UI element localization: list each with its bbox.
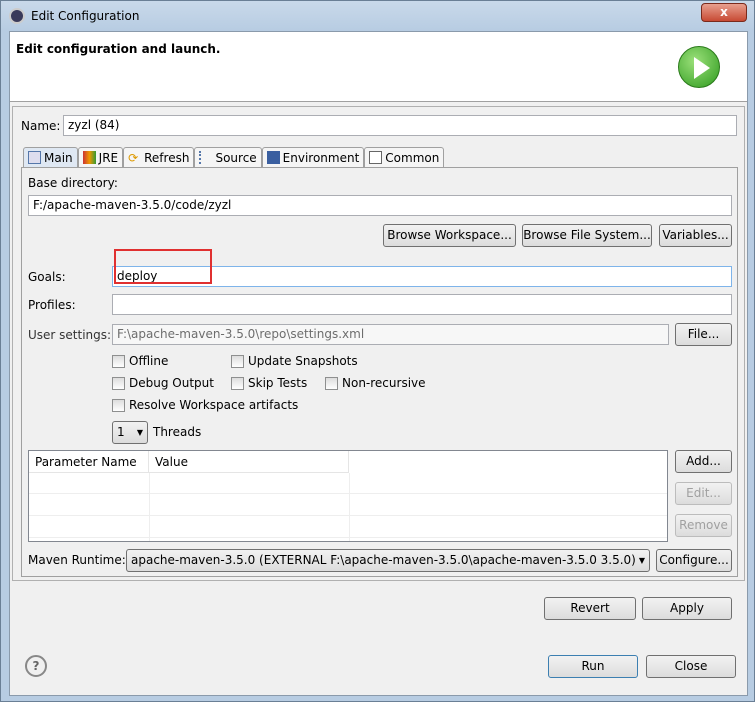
user-settings-input[interactable]: F:\apache-maven-3.5.0\repo\settings.xml [112, 324, 669, 345]
update-snapshots-checkbox[interactable]: Update Snapshots [231, 354, 358, 368]
table-row[interactable] [29, 473, 667, 494]
tab-source[interactable]: Source [194, 147, 262, 167]
header-title: Edit configuration and launch. [16, 42, 221, 56]
dialog-window: Edit Configuration x Edit configuration … [0, 0, 755, 702]
dialog-client: Edit configuration and launch. Name: zyz… [9, 31, 748, 696]
edit-button[interactable]: Edit... [675, 482, 732, 505]
name-input[interactable]: zyzl (84) [63, 115, 737, 136]
eclipse-icon [9, 8, 25, 24]
table-row[interactable] [29, 495, 667, 516]
checkbox-box [325, 376, 338, 390]
column-divider [349, 473, 350, 541]
threads-label: Threads [153, 425, 202, 439]
column-divider [149, 473, 150, 541]
revert-button[interactable]: Revert [544, 597, 636, 620]
source-icon [199, 151, 212, 164]
tab-refresh[interactable]: ⟳ Refresh [123, 147, 195, 167]
highlight-box [114, 249, 212, 284]
tab-label: Source [215, 150, 257, 165]
resolve-workspace-checkbox[interactable]: Resolve Workspace artifacts [112, 398, 298, 412]
config-panel: Name: zyzl (84) Main JRE ⟳ Refresh Source… [12, 106, 745, 581]
maven-runtime-select[interactable]: apache-maven-3.5.0 (EXTERNAL F:\apache-m… [126, 549, 650, 572]
common-icon [369, 151, 383, 164]
apply-button[interactable]: Apply [642, 597, 732, 620]
column-header[interactable]: Value [149, 451, 349, 473]
tab-label: Refresh [144, 150, 190, 165]
browse-file-system-button[interactable]: Browse File System... [522, 224, 652, 247]
variables-button[interactable]: Variables... [659, 224, 732, 247]
remove-button[interactable]: Remove [675, 514, 732, 537]
base-dir-label: Base directory: [28, 176, 118, 190]
debug-output-checkbox[interactable]: Debug Output [112, 376, 214, 390]
tab-label: Environment [282, 150, 360, 165]
maven-runtime-label: Maven Runtime: [28, 553, 126, 567]
checkbox-label: Offline [129, 354, 169, 368]
user-settings-label: User settings: [28, 328, 112, 342]
browse-workspace-button[interactable]: Browse Workspace... [383, 224, 516, 247]
tab-environment[interactable]: Environment [261, 147, 365, 167]
profiles-label: Profiles: [28, 298, 76, 312]
configure-button[interactable]: Configure... [656, 549, 732, 572]
tab-common[interactable]: Common [364, 147, 445, 167]
skip-tests-checkbox[interactable]: Skip Tests [231, 376, 307, 390]
add-button[interactable]: Add... [675, 450, 732, 473]
tab-label: Main [44, 150, 73, 165]
help-icon[interactable]: ? [25, 655, 47, 677]
checkbox-box [112, 398, 125, 412]
main-tab-content: Base directory: F:/apache-maven-3.5.0/co… [21, 167, 738, 577]
checkbox-label: Non-recursive [342, 376, 426, 390]
tab-main[interactable]: Main [23, 147, 78, 167]
close-dialog-button[interactable]: Close [646, 655, 736, 678]
table-row[interactable] [29, 517, 667, 538]
tab-label: Common [385, 150, 440, 165]
environment-icon [266, 151, 280, 164]
threads-value: 1 [117, 425, 125, 439]
tab-bar: Main JRE ⟳ Refresh Source Environment Com… [23, 147, 445, 167]
runtime-value: apache-maven-3.5.0 (EXTERNAL F:\apache-m… [131, 553, 636, 567]
close-button[interactable]: x [701, 3, 747, 22]
checkbox-label: Skip Tests [248, 376, 308, 390]
run-button[interactable]: Run [548, 655, 638, 678]
tab-label: JRE [98, 150, 119, 165]
non-recursive-checkbox[interactable]: Non-recursive [325, 376, 426, 390]
name-label: Name: [21, 119, 61, 133]
window-title: Edit Configuration [31, 9, 140, 23]
checkbox-box [231, 376, 244, 390]
base-dir-input[interactable]: F:/apache-maven-3.5.0/code/zyzl [28, 195, 732, 216]
chevron-down-icon: ▼ [136, 428, 143, 437]
column-header[interactable]: Parameter Name [29, 451, 149, 473]
profiles-input[interactable] [112, 294, 732, 315]
goals-label: Goals: [28, 270, 66, 284]
checkbox-box [231, 354, 244, 368]
tab-jre[interactable]: JRE [77, 147, 124, 167]
refresh-icon: ⟳ [128, 151, 139, 165]
offline-checkbox[interactable]: Offline [112, 354, 168, 368]
run-launch-icon [678, 46, 720, 88]
title-bar: Edit Configuration [9, 5, 139, 27]
threads-select[interactable]: 1 ▼ [112, 421, 148, 444]
dialog-header: Edit configuration and launch. [10, 32, 747, 102]
checkbox-label: Debug Output [129, 376, 214, 390]
chevron-down-icon: ▼ [638, 556, 645, 565]
parameters-table[interactable]: Parameter Name Value [28, 450, 668, 542]
checkbox-box [112, 354, 125, 368]
file-button[interactable]: File... [675, 323, 732, 346]
main-tab-icon [28, 151, 41, 164]
jre-icon [82, 151, 96, 164]
checkbox-box [112, 376, 125, 390]
checkbox-label: Update Snapshots [248, 354, 358, 368]
checkbox-label: Resolve Workspace artifacts [129, 398, 299, 412]
